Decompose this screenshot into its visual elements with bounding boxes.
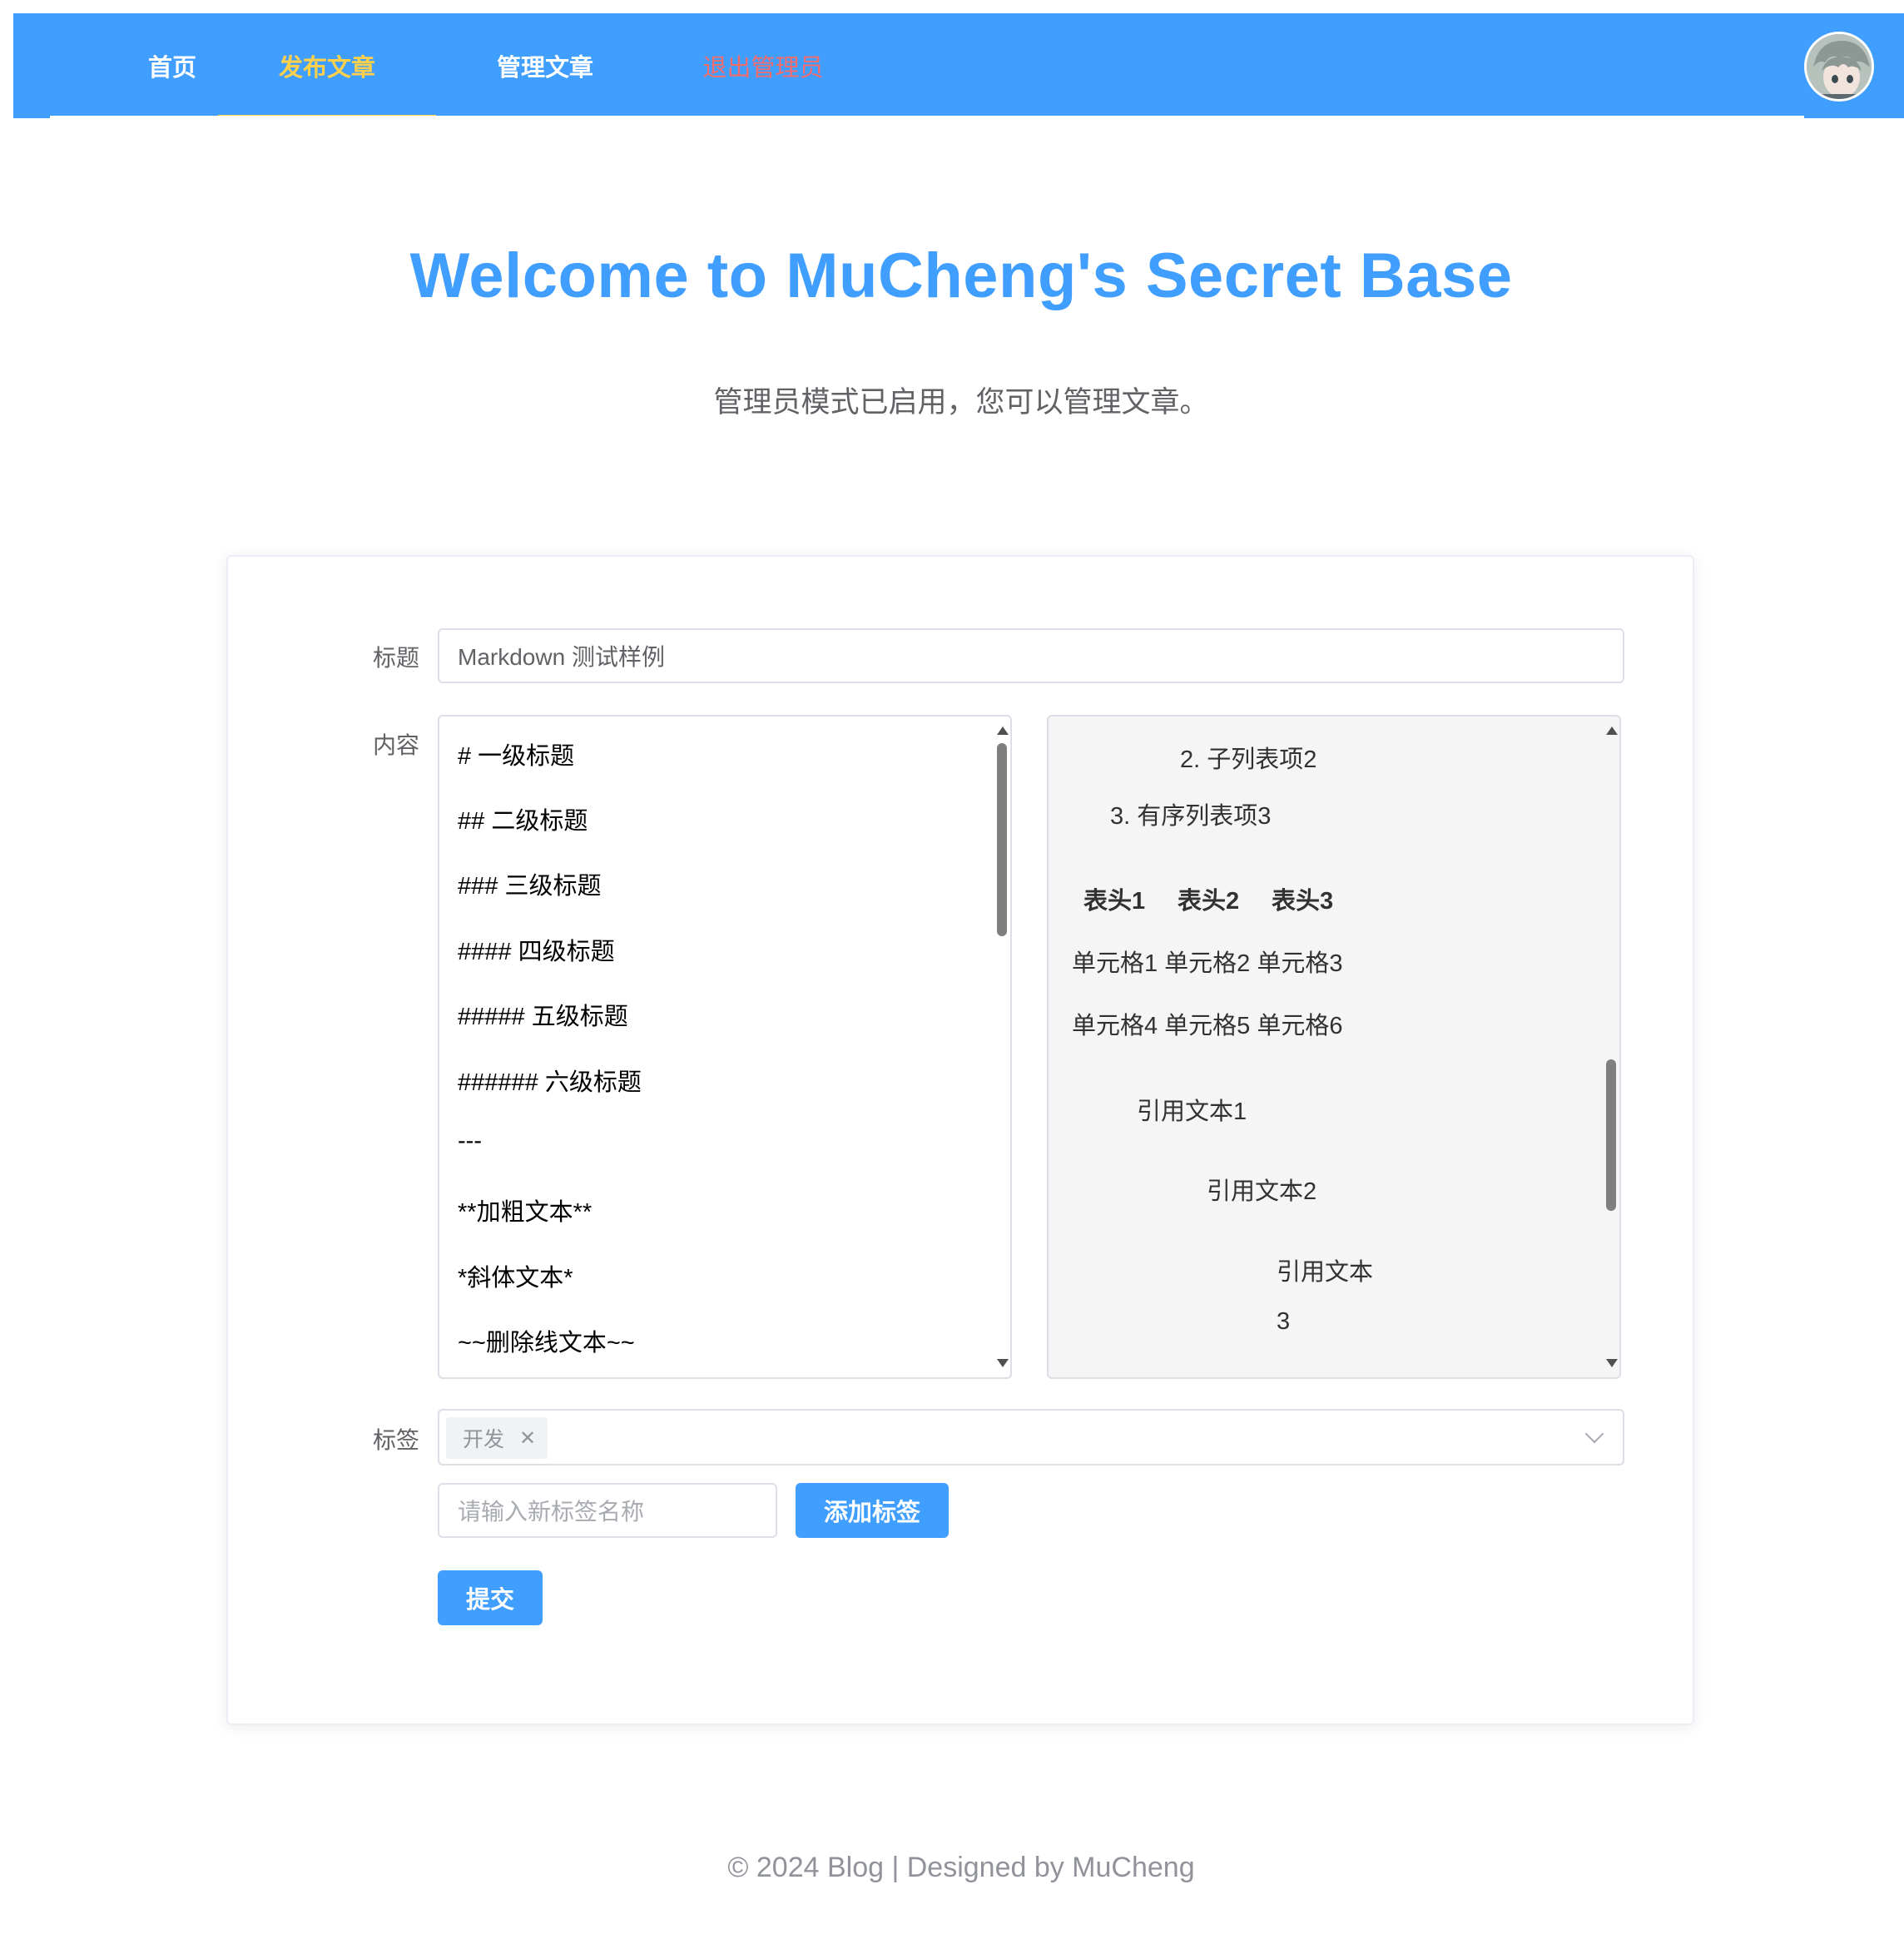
page-title: Welcome to MuCheng's Secret Base [409, 241, 1513, 311]
preview-quote: 3 [1277, 1308, 1291, 1335]
scroll-down-arrow-icon[interactable] [997, 1359, 1009, 1367]
nav-item-publish-label: 发布文章 [278, 55, 375, 82]
nav-item-logout-label: 退出管理员 [702, 55, 824, 82]
tags-select[interactable]: 开发 ✕ [438, 1409, 1624, 1465]
editor-line: ~~删除线文本~~ [458, 1330, 635, 1356]
nav-item-manage-label: 管理文章 [496, 55, 593, 82]
submit-button-label: 提交 [465, 1587, 514, 1614]
article-form-card: 标题 Markdown 测试样例 内容 # 一级标题 ## 二级标题 ### 三… [226, 555, 1694, 1725]
tag-chip: 开发 ✕ [446, 1417, 548, 1459]
editor-line: #### 四级标题 [458, 939, 615, 965]
editor-line: ###### 六级标题 [458, 1069, 642, 1096]
editor-line: ##### 五级标题 [458, 1004, 628, 1030]
nav-item-logout[interactable]: 退出管理员 [654, 13, 872, 118]
editor-line: *斜体文本* [458, 1265, 573, 1292]
editor-scroll-thumb[interactable] [997, 743, 1007, 936]
add-tag-button-label: 添加标签 [823, 1500, 920, 1526]
editor-line: ### 三级标题 [458, 873, 602, 900]
new-tag-placeholder: 请输入新标签名称 [458, 1499, 645, 1525]
markdown-preview: 2. 子列表项2 3. 有序列表项3 表头1 表头2 表头3 单元格1 单元格2… [1047, 715, 1621, 1379]
chevron-down-icon[interactable] [1584, 1424, 1604, 1444]
markdown-editor[interactable]: # 一级标题 ## 二级标题 ### 三级标题 #### 四级标题 ##### … [438, 715, 1012, 1379]
preview-table-header: 表头3 [1272, 888, 1334, 915]
top-nav: 首页 发布文章 管理文章 退出管理员 [13, 13, 1904, 118]
nav-item-publish[interactable]: 发布文章 [218, 13, 436, 118]
preview-quote: 引用文本1 [1137, 1098, 1247, 1125]
title-input[interactable]: Markdown 测试样例 [438, 628, 1624, 683]
preview-scroll-thumb[interactable] [1606, 1059, 1616, 1211]
submit-button[interactable]: 提交 [438, 1570, 543, 1625]
editor-line: ## 二级标题 [458, 808, 588, 835]
content-label: 内容 [372, 732, 419, 758]
tags-label: 标签 [372, 1427, 419, 1453]
editor-scrollbar[interactable] [994, 717, 1010, 1377]
scroll-down-arrow-icon[interactable] [1606, 1359, 1618, 1367]
close-icon[interactable]: ✕ [519, 1426, 536, 1451]
preview-table-row: 单元格4 单元格5 单元格6 [1072, 1013, 1343, 1039]
editor-line: # 一级标题 [458, 743, 575, 770]
nav-item-manage[interactable]: 管理文章 [436, 13, 654, 118]
preview-table-row: 单元格1 单元格2 单元格3 [1072, 950, 1343, 977]
footer-text: © 2024 Blog | Designed by MuCheng [727, 1852, 1195, 1883]
preview-table-header: 表头1 [1083, 888, 1146, 915]
editor-line: --- [458, 1128, 482, 1154]
page-subtitle: 管理员模式已启用，您可以管理文章。 [713, 386, 1209, 419]
preview-table-header: 表头2 [1178, 888, 1240, 915]
title-input-value: Markdown 测试样例 [458, 644, 665, 670]
preview-quote: 引用文本 [1277, 1259, 1374, 1286]
new-tag-input[interactable]: 请输入新标签名称 [438, 1483, 777, 1538]
preview-scrollbar[interactable] [1603, 717, 1619, 1377]
title-label: 标题 [372, 645, 419, 671]
nav-item-home-label: 首页 [147, 55, 196, 82]
preview-list-item: 2. 子列表项2 [1180, 746, 1317, 773]
preview-quote: 引用文本2 [1207, 1178, 1317, 1205]
scroll-up-arrow-icon[interactable] [1606, 727, 1618, 735]
editor-line: **加粗文本** [458, 1199, 593, 1226]
scroll-up-arrow-icon[interactable] [997, 727, 1009, 735]
nav-divider [50, 116, 1804, 118]
avatar[interactable] [1804, 32, 1874, 102]
tag-chip-label: 开发 [463, 1428, 505, 1451]
preview-list-item: 3. 有序列表项3 [1110, 803, 1272, 830]
add-tag-button[interactable]: 添加标签 [796, 1483, 949, 1538]
